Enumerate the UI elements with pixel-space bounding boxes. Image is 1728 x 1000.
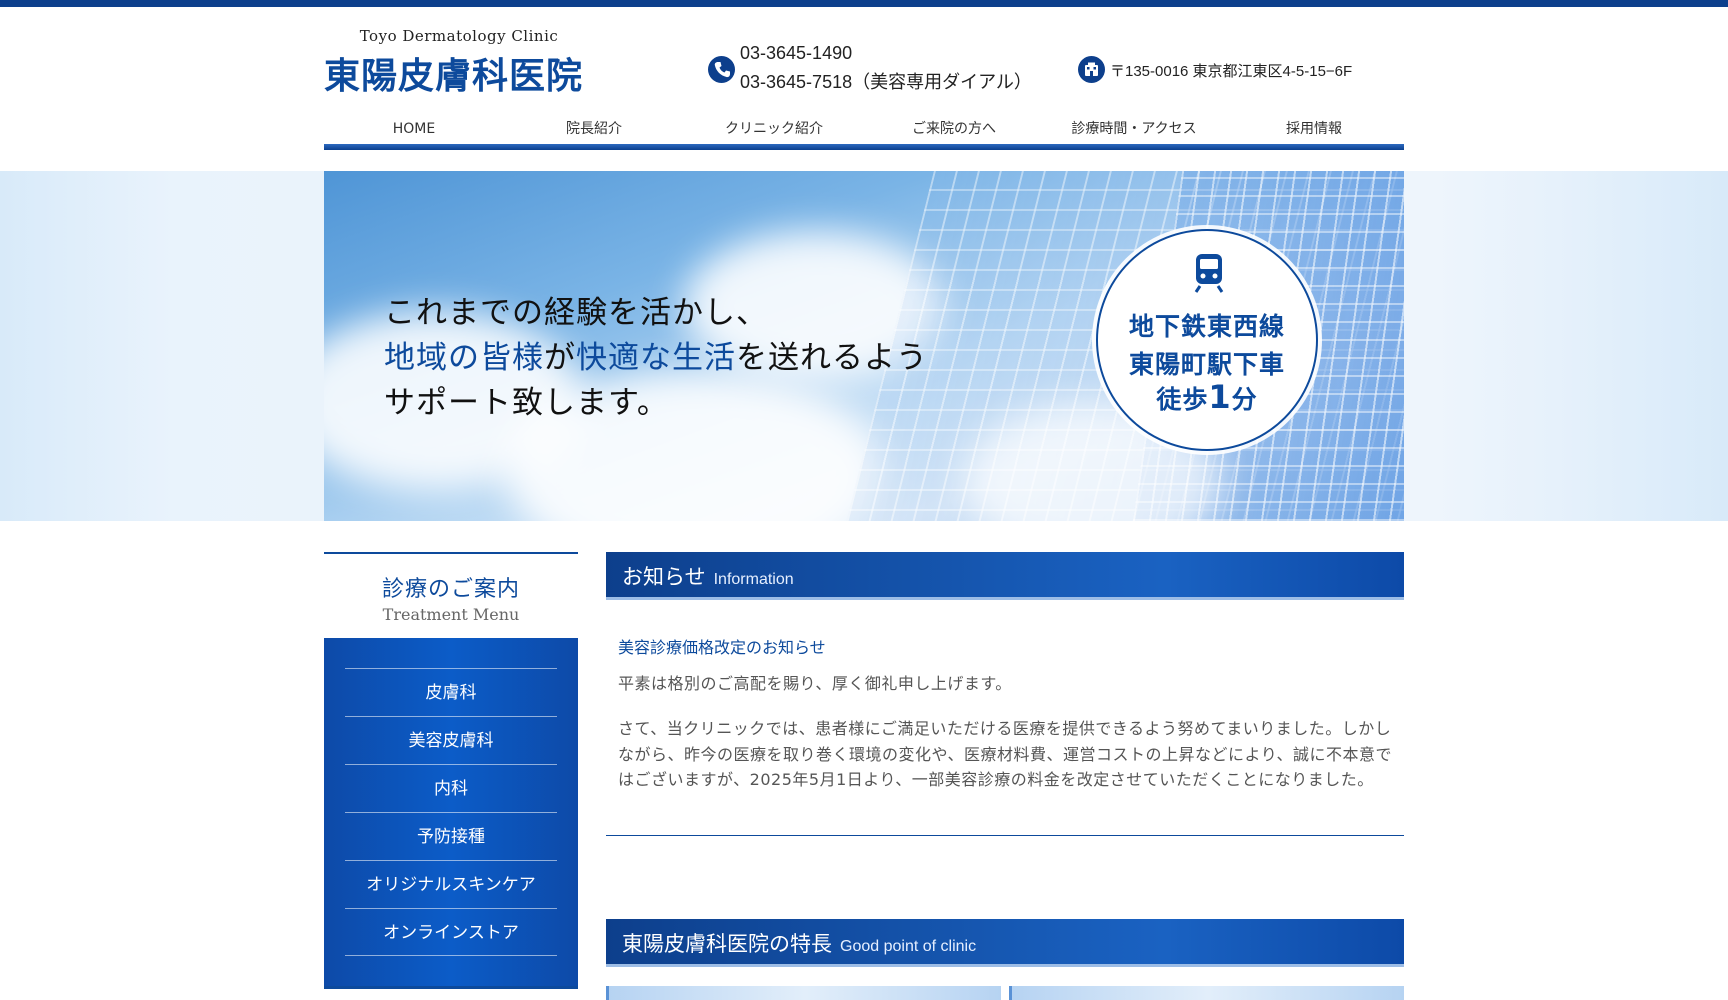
sidebar-subtitle: Treatment Menu [382,605,520,624]
news-paragraph: 平素は格別のご高配を賜り、厚く御礼申し上げます。 [618,674,1012,693]
sidebar-item-internal-medicine[interactable]: 内科 [345,764,557,812]
treatment-menu: 皮膚科 美容皮膚科 内科 予防接種 オリジナルスキンケア オンラインストア [324,638,578,988]
station-access-badge: 地下鉄東西線 東陽町駅下車 徒歩1分 [1096,229,1318,451]
nav-underline [324,144,1404,150]
train-icon [1193,253,1225,297]
phone-number-main[interactable]: 03-3645-1490 [740,39,1032,68]
sidebar-item-dermatology[interactable]: 皮膚科 [345,668,557,716]
sidebar-item-original-skincare[interactable]: オリジナルスキンケア [345,860,557,908]
badge-line-2: 東陽町駅下車 [1128,350,1285,379]
phone-icon [708,56,735,83]
clinic-logo[interactable]: Toyo Dermatology Clinic 東陽皮膚科医院 [324,27,604,99]
tagline-line-1: これまでの経験を活かし、 [384,295,768,331]
sidebar-item-vaccination[interactable]: 予防接種 [345,812,557,860]
address-text: 〒135-0016 東京都江東区4-5-15−6F [1110,63,1353,80]
sidebar-title: 診療のご案内 [381,577,520,602]
hero-tagline: これまでの経験を活かし、 地域の皆様が快適な生活を送れるよう サポート致します。 [384,291,928,426]
news-heading: お知らせ Information [622,565,794,589]
sidebar-bottom-rule [324,986,578,989]
treatment-sidebar: 診療のご案内 Treatment Menu 皮膚科 美容皮膚科 内科 予防接種 … [324,552,578,988]
phone-number-beauty[interactable]: 03-3645-7518（美容専用ダイアル） [740,68,1032,97]
feature-cards [606,986,1404,1000]
badge-line-3: 徒歩1分 [1156,378,1258,416]
badge-line-1: 地下鉄東西線 [1128,312,1285,341]
news-divider [606,835,1404,836]
logo-english: Toyo Dermatology Clinic [359,27,559,45]
logo-japanese: 東陽皮膚科医院 [324,56,584,97]
site-header: Toyo Dermatology Clinic 東陽皮膚科医院 03-3645-… [324,7,1404,117]
tagline-line-3: サポート致します。 [384,385,669,421]
feature-card[interactable] [1009,986,1404,1000]
sidebar-item-online-store[interactable]: オンラインストア [345,908,557,956]
news-article: 美容診療価格改定のお知らせ 平素は格別のご高配を賜り、厚く御礼申し上げます。 さ… [618,634,1398,793]
news-title-link[interactable]: 美容診療価格改定のお知らせ [618,634,1398,658]
building-icon [1078,56,1105,83]
top-accent-bar [0,0,1728,7]
hero-banner: これまでの経験を活かし、 地域の皆様が快適な生活を送れるよう サポート致します。… [0,171,1728,521]
sidebar-header: 診療のご案内 Treatment Menu [324,552,578,638]
hero-image: これまでの経験を活かし、 地域の皆様が快適な生活を送れるよう サポート致します。… [324,171,1404,521]
feature-card[interactable] [606,986,1001,1000]
tagline-line-2: 地域の皆様が快適な生活を送れるよう [384,340,928,376]
features-heading: 東陽皮膚科医院の特長 Good point of clinic [622,932,977,956]
news-section-header: お知らせ Information [606,552,1404,600]
sidebar-item-cosmetic-dermatology[interactable]: 美容皮膚科 [345,716,557,764]
features-section-header: 東陽皮膚科医院の特長 Good point of clinic [606,919,1404,967]
news-paragraph: さて、当クリニックでは、患者様にご満足いただける医療を提供できるよう努めてまいり… [618,719,1393,789]
